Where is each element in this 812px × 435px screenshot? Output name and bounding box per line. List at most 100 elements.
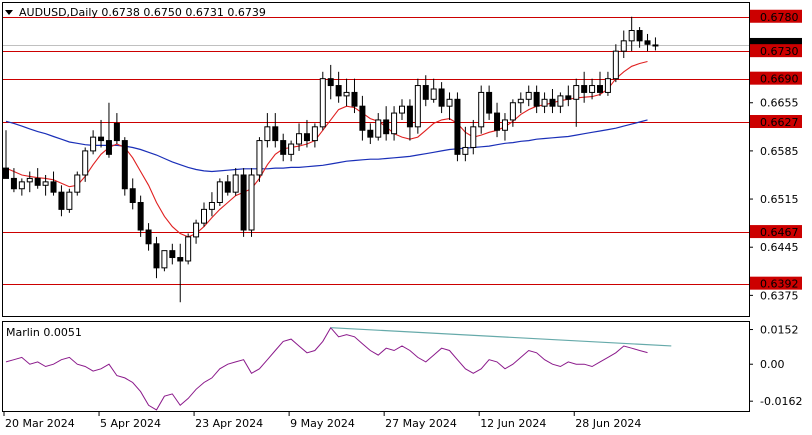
- candle-body: [565, 95, 572, 100]
- candle-body: [240, 174, 247, 231]
- candle-body: [153, 243, 160, 269]
- fast-ma-line: [5, 60, 648, 238]
- price-axis: 0.66550.65850.65150.64450.63750.67390.67…: [749, 9, 802, 302]
- candle-body: [604, 78, 611, 93]
- candle-body: [391, 112, 398, 135]
- candle-body: [652, 44, 659, 47]
- candle-body: [422, 85, 429, 100]
- candle-body: [256, 140, 263, 176]
- candle-body: [383, 119, 390, 135]
- candle-body: [208, 201, 215, 210]
- candle-body: [509, 102, 516, 121]
- indicator-trendline: [330, 327, 672, 347]
- price-tick-label: 0.6585: [760, 145, 799, 158]
- candle-body: [343, 91, 350, 97]
- candle-body: [319, 78, 326, 128]
- candle-body: [367, 129, 374, 138]
- candle-body: [3, 167, 9, 179]
- candle-body: [573, 85, 580, 100]
- time-tick-label: 5 Apr 2024: [100, 417, 161, 430]
- chart-canvas: 0.66550.65850.65150.64450.63750.67390.67…: [2, 2, 802, 430]
- time-axis: 20 Mar 2024 5 Apr 2024 23 Apr 2024 9 May 20…: [3, 411, 641, 430]
- candle-body: [636, 30, 643, 42]
- candle-body: [145, 229, 152, 245]
- candle-body: [525, 91, 532, 100]
- candle-body: [232, 174, 239, 193]
- candle-body: [58, 191, 65, 210]
- candle-body: [248, 174, 255, 231]
- price-tick-label: 0.6515: [760, 193, 799, 206]
- candle-body: [557, 95, 564, 107]
- candle-body: [169, 250, 176, 259]
- candle-body: [478, 91, 485, 128]
- indicator-tick-label: 0.00: [760, 358, 785, 371]
- time-tick-label: 12 Jun 2024: [480, 417, 546, 430]
- candle-body: [288, 143, 295, 155]
- candle-body: [66, 191, 73, 210]
- candle-body: [581, 85, 588, 93]
- candle-body: [177, 257, 184, 262]
- level-label: 0.6690: [760, 73, 799, 86]
- candle-body: [50, 181, 57, 193]
- time-tick-label: 28 Jun 2024: [575, 417, 641, 430]
- price-tick-label: 0.6375: [760, 289, 799, 302]
- indicator-label: Marlin 0.0051: [6, 326, 82, 339]
- candle-body: [351, 91, 358, 107]
- candle-body: [129, 188, 136, 203]
- dropdown-arrow-icon[interactable]: [5, 10, 13, 15]
- level-lines: [3, 17, 749, 285]
- candle-body: [224, 181, 231, 193]
- candle-body: [121, 140, 128, 190]
- candle-body: [201, 208, 207, 224]
- candle-body: [517, 98, 524, 104]
- price-tick-label: 0.6655: [760, 97, 799, 110]
- candle-body: [446, 98, 453, 107]
- indicator-axis: 0.0152 0.00 -0.0162: [749, 324, 802, 408]
- indicator-tick-label: -0.0162: [760, 395, 802, 408]
- level-label: 0.6392: [760, 278, 799, 291]
- candle-body: [98, 136, 105, 142]
- candle-body: [137, 201, 144, 231]
- candle-body: [462, 146, 469, 155]
- candle-body: [541, 98, 548, 107]
- candle-body: [486, 91, 493, 114]
- candle-body: [82, 150, 89, 176]
- candle-body: [113, 122, 120, 142]
- candle-body: [34, 177, 41, 186]
- candle-body: [470, 126, 477, 148]
- candle-body: [193, 222, 200, 238]
- candle-body: [280, 140, 287, 155]
- candle-body: [296, 133, 303, 145]
- candle-body: [272, 126, 279, 142]
- candle-body: [430, 88, 437, 100]
- candle-body: [161, 250, 168, 269]
- candle-body: [399, 105, 405, 114]
- candle-body: [335, 85, 342, 97]
- time-tick-label: 9 May 2024: [290, 417, 355, 430]
- candle-body: [105, 140, 112, 155]
- candle-body: [74, 174, 81, 193]
- level-label: 0.6627: [760, 116, 799, 129]
- candle-body: [597, 85, 603, 93]
- indicator-panel-frame: [2, 321, 750, 412]
- indicator-series: [5, 326, 672, 411]
- candle-body: [90, 136, 97, 152]
- candle-body: [216, 181, 223, 203]
- candle-body: [438, 88, 445, 107]
- candle-body: [644, 40, 651, 45]
- candle-body: [264, 126, 271, 142]
- candle-body: [42, 181, 49, 186]
- moving-averages: [5, 60, 648, 238]
- candle-body: [303, 133, 310, 142]
- time-tick-label: 20 Mar 2024: [5, 417, 75, 430]
- candle-body: [375, 119, 382, 138]
- candle-body: [612, 50, 619, 80]
- candle-body: [26, 177, 33, 183]
- time-tick-label: 23 Apr 2024: [195, 417, 263, 430]
- candle-body: [414, 85, 421, 128]
- candle-body: [10, 177, 17, 190]
- level-label: 0.6730: [760, 45, 799, 58]
- candle-body: [549, 98, 556, 107]
- price-tick-label: 0.6445: [760, 241, 799, 254]
- candle-body: [620, 40, 627, 52]
